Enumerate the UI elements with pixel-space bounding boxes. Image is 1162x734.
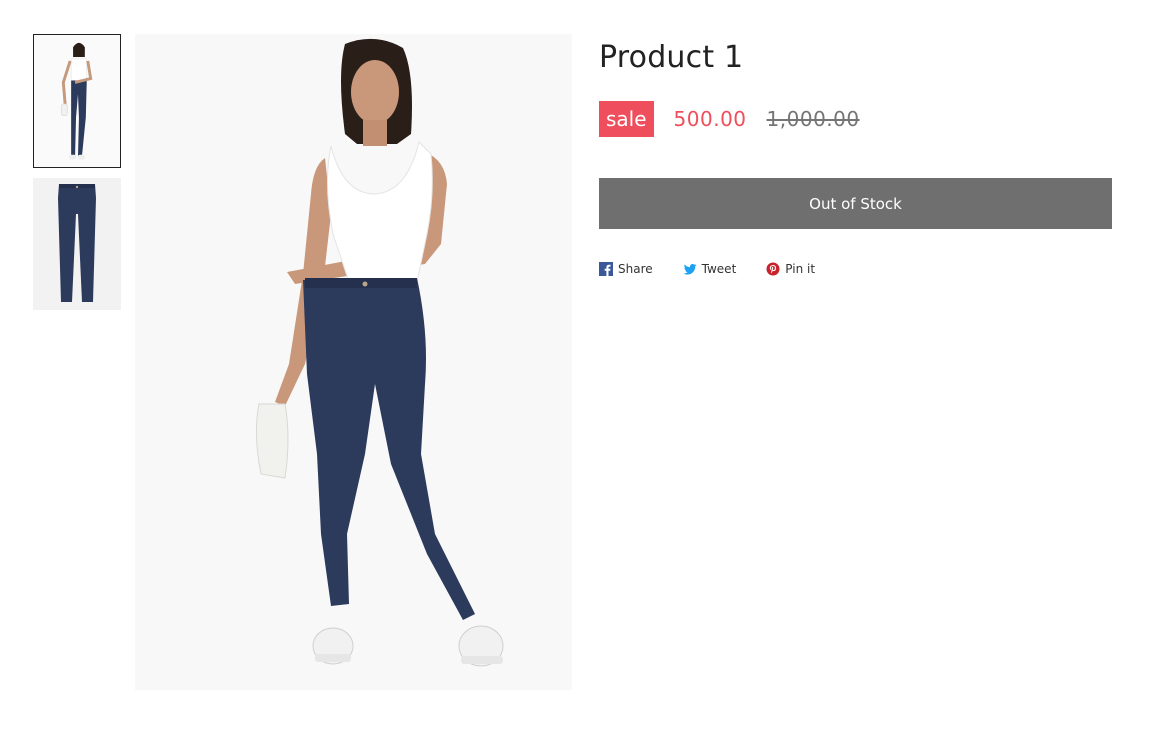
share-pinterest-link[interactable]: Pin it bbox=[766, 262, 815, 276]
price-row: sale 500.00 1,000.00 bbox=[599, 101, 1112, 137]
share-facebook-link[interactable]: Share bbox=[599, 262, 653, 276]
product-main-image[interactable] bbox=[135, 34, 572, 690]
sale-price: 500.00 bbox=[673, 107, 747, 131]
social-share-links: Share Tweet Pin it bbox=[599, 262, 1112, 276]
share-facebook-label: Share bbox=[618, 262, 653, 276]
thumbnail-jeans-flat[interactable] bbox=[33, 178, 121, 310]
sale-badge: sale bbox=[599, 101, 654, 137]
twitter-icon bbox=[683, 262, 697, 276]
thumbnail-model-image bbox=[34, 35, 120, 167]
facebook-icon bbox=[599, 262, 613, 276]
share-twitter-link[interactable]: Tweet bbox=[683, 262, 737, 276]
share-pinterest-label: Pin it bbox=[785, 262, 816, 276]
product-info: Product 1 sale 500.00 1,000.00 Out of St… bbox=[599, 40, 1112, 276]
thumbnail-model-front[interactable] bbox=[33, 34, 121, 168]
compare-at-price: 1,000.00 bbox=[766, 107, 860, 131]
model-photo bbox=[135, 34, 572, 690]
product-title: Product 1 bbox=[599, 40, 744, 75]
out-of-stock-button[interactable]: Out of Stock bbox=[599, 178, 1112, 229]
pinterest-icon bbox=[766, 262, 780, 276]
share-twitter-label: Tweet bbox=[701, 262, 737, 276]
thumbnail-jeans-image bbox=[33, 178, 121, 310]
